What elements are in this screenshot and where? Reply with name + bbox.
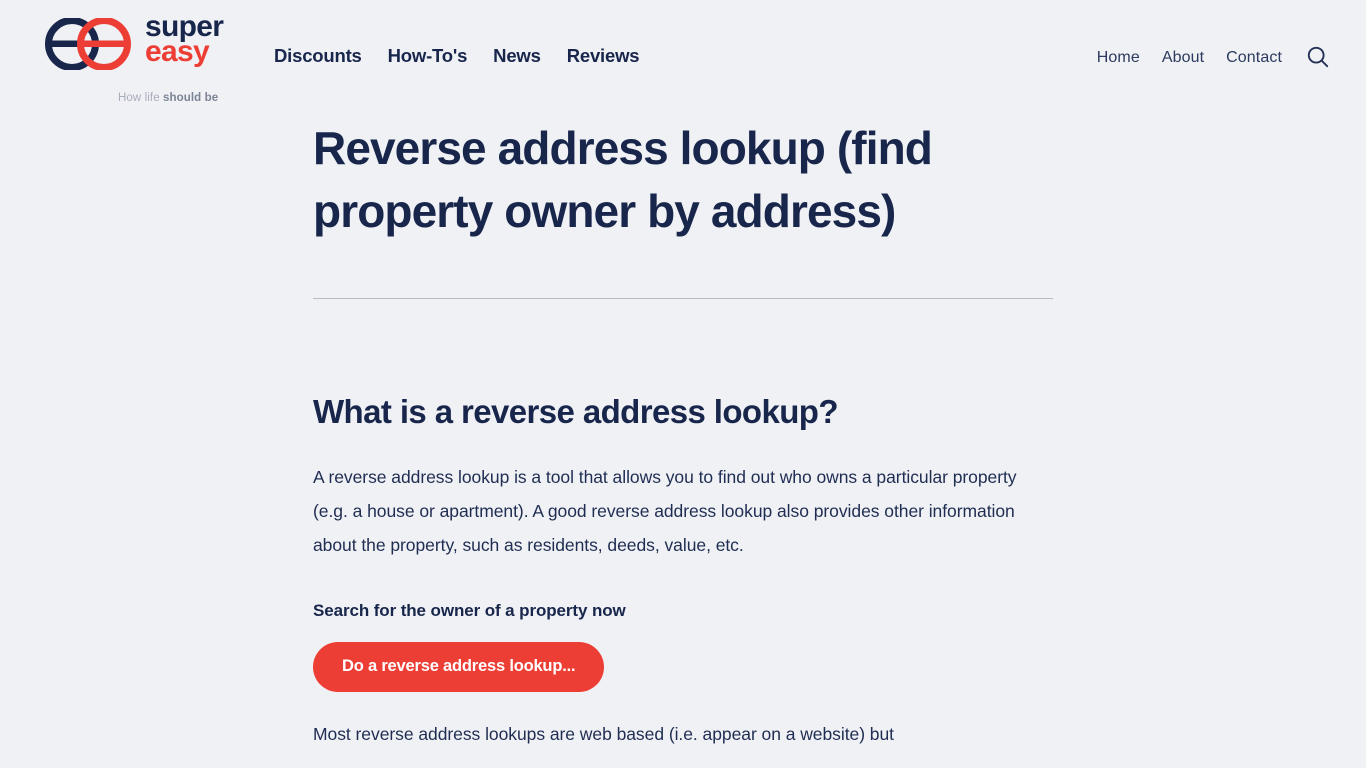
logo-tagline-light: How life [118,92,163,104]
logo-wordmark: super easy [145,11,224,66]
article-column: Reverse address lookup (find property ow… [313,110,1058,751]
nav-item-home[interactable]: Home [1097,49,1140,67]
primary-navigation: Discounts How-To's News Reviews [274,45,640,67]
section-heading: What is a reverse address lookup? [313,393,839,431]
page-title: Reverse address lookup (find property ow… [313,122,933,237]
search-icon[interactable] [1306,45,1330,69]
nav-item-news[interactable]: News [493,45,541,67]
paragraph-definition: A reverse address lookup is a tool that … [313,467,1017,556]
reverse-address-lookup-button[interactable]: Do a reverse address lookup... [313,642,605,693]
nav-item-contact[interactable]: Contact [1226,49,1282,67]
secondary-navigation: Home About Contact [1097,46,1330,69]
nav-item-how-tos[interactable]: How-To's [388,45,468,67]
nav-item-reviews[interactable]: Reviews [567,45,640,67]
double-e-logo-icon [43,16,143,72]
paragraph-web-based: Most reverse address lookups are web bas… [313,724,894,745]
site-header: super easy How life should be Discounts … [0,0,1366,110]
logo-tagline-bold: should be [163,92,219,104]
nav-item-about[interactable]: About [1162,49,1204,67]
site-logo[interactable]: super easy How life should be [40,11,245,104]
search-prompt-label: Search for the owner of a property now [313,601,626,621]
nav-item-discounts[interactable]: Discounts [274,45,362,67]
title-divider [313,298,1053,300]
logo-tagline: How life should be [118,92,218,104]
